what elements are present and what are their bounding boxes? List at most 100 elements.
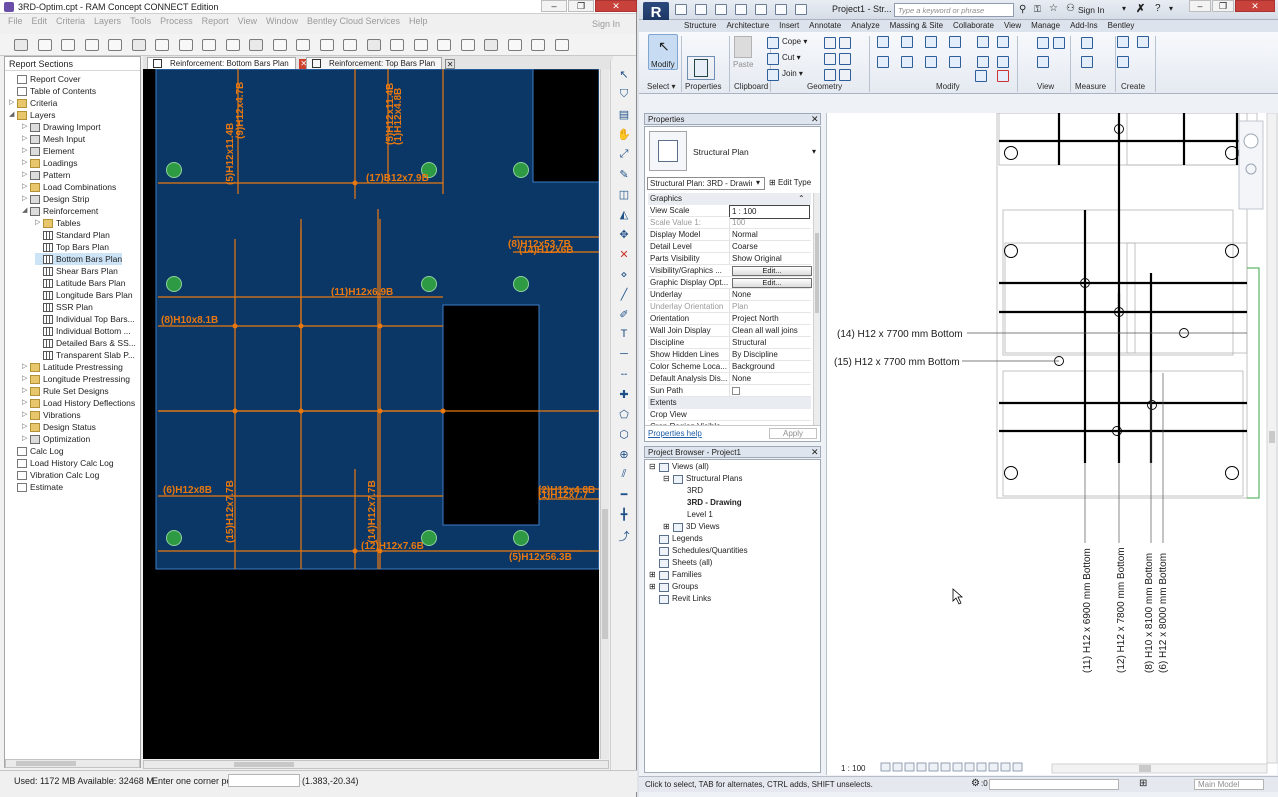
- design-option-select[interactable]: Main Model: [1194, 779, 1264, 790]
- tree-item[interactable]: Individual Bottom ...: [35, 325, 131, 337]
- create-assembly-icon[interactable]: [1117, 56, 1129, 68]
- tree-item[interactable]: ▷ Longitude Prestressing: [22, 373, 130, 385]
- workset-select[interactable]: [989, 779, 1119, 790]
- expand-arrow-icon[interactable]: ▷: [22, 121, 30, 133]
- browser-item[interactable]: ⊟ Structural Plans: [663, 473, 742, 485]
- polygon2-icon[interactable]: ⬡: [616, 428, 632, 442]
- list-icon[interactable]: [343, 39, 357, 51]
- property-row[interactable]: Detail Level Coarse: [648, 241, 811, 253]
- match-icon[interactable]: [767, 69, 779, 81]
- filter-icon[interactable]: [390, 39, 404, 51]
- expand-arrow-icon[interactable]: ▷: [22, 193, 30, 205]
- zoom-icon[interactable]: [319, 39, 334, 51]
- pen-icon[interactable]: ✐: [616, 308, 632, 322]
- geom-icon-5[interactable]: [824, 69, 836, 81]
- geom-icon-6[interactable]: [839, 69, 851, 81]
- hline-icon[interactable]: ─: [616, 348, 632, 362]
- copy-icon[interactable]: [178, 39, 193, 51]
- override-icon[interactable]: [1053, 37, 1065, 49]
- cut-button[interactable]: Cut ▾: [782, 53, 801, 62]
- canvas-vertical-scrollbar[interactable]: [600, 69, 609, 759]
- new-icon[interactable]: [14, 39, 28, 51]
- revit-drawing-view[interactable]: (14) H12 x 7700 mm Bottom (15) H12 x 7700…: [826, 112, 1278, 775]
- favorites-star-icon[interactable]: ☆: [1049, 3, 1058, 14]
- zoom-extents-icon[interactable]: ⤢: [616, 148, 632, 162]
- tree-item[interactable]: Load History Calc Log: [9, 457, 114, 469]
- layer-icon[interactable]: [296, 39, 310, 51]
- expand-arrow-icon[interactable]: ▷: [22, 361, 30, 373]
- tree-item[interactable]: Top Bars Plan: [35, 241, 109, 253]
- property-row[interactable]: Visibility/Graphics ... Edit...: [648, 265, 812, 277]
- menu-process[interactable]: Process: [160, 16, 193, 30]
- graphics-section-header[interactable]: Graphics: [648, 193, 811, 205]
- pencil-icon[interactable]: [507, 39, 522, 51]
- restore-button[interactable]: ❐: [568, 0, 594, 12]
- type-selector-name[interactable]: Structural Plan: [693, 147, 749, 157]
- tree-item[interactable]: ▷ Design Strip: [22, 193, 89, 205]
- properties-scrollbar[interactable]: [813, 193, 820, 425]
- copy-elem-icon[interactable]: [901, 56, 913, 68]
- menu-file[interactable]: File: [8, 16, 23, 30]
- copy-icon[interactable]: [767, 53, 779, 65]
- mirror-line-icon[interactable]: [949, 36, 961, 48]
- tree-item[interactable]: Estimate: [9, 481, 63, 493]
- redo-icon[interactable]: [755, 4, 767, 15]
- pin-icon[interactable]: [997, 56, 1009, 68]
- tree-item[interactable]: ▷ Element: [22, 145, 74, 157]
- open-icon[interactable]: [37, 39, 52, 51]
- dot-icon[interactable]: [554, 39, 569, 51]
- plus-icon[interactable]: ✚: [616, 388, 632, 402]
- tree-item[interactable]: Table of Contents: [9, 85, 96, 97]
- tree-item[interactable]: Detailed Bars & SS...: [35, 337, 136, 349]
- expand-arrow-icon[interactable]: ▷: [22, 373, 30, 385]
- search-box[interactable]: Type a keyword or phrase: [894, 3, 1014, 17]
- geom-icon-1[interactable]: [824, 37, 836, 49]
- property-row[interactable]: Show Hidden Lines By Discipline: [648, 349, 811, 361]
- geom-icon-4[interactable]: [839, 53, 851, 65]
- tree-item[interactable]: Report Cover: [9, 73, 81, 85]
- print-icon[interactable]: [775, 4, 787, 15]
- bottom-bars-plan-drawing[interactable]: (5)H12x11.4B(9)H12x4.7B (5)H12x11.4B(1)H1…: [143, 69, 599, 759]
- globe-icon[interactable]: ⊕: [616, 448, 632, 462]
- expand-arrow-icon[interactable]: ▷: [22, 157, 30, 169]
- move-icon[interactable]: [877, 56, 889, 68]
- hand-icon[interactable]: ✋: [616, 128, 632, 142]
- property-row[interactable]: Graphic Display Opt... Edit...: [648, 277, 812, 289]
- tree-item[interactable]: ▷ Design Status: [22, 421, 96, 433]
- property-row[interactable]: Sun Path: [648, 385, 811, 399]
- ribbon-tab-view[interactable]: View: [999, 20, 1026, 32]
- offset-icon[interactable]: [901, 36, 913, 48]
- property-row[interactable]: Color Scheme Loca... Background: [648, 361, 811, 373]
- array-icon[interactable]: [997, 36, 1009, 48]
- edit-type-button[interactable]: ⊞ Edit Type: [769, 178, 811, 187]
- property-row[interactable]: Underlay Orientation Plan: [648, 301, 811, 313]
- subscription-icon[interactable]: ⚿: [1034, 4, 1041, 15]
- tree-item[interactable]: ▷ Tables: [35, 217, 81, 229]
- menu-window[interactable]: Window: [266, 16, 298, 30]
- apply-button[interactable]: Apply: [769, 428, 817, 439]
- collapse-icon[interactable]: ⊟: [649, 461, 659, 473]
- close-button[interactable]: ✕: [595, 0, 637, 12]
- collapse-icon[interactable]: ⊟: [663, 473, 673, 485]
- expand-arrow-icon[interactable]: ▷: [22, 385, 30, 397]
- undo-icon[interactable]: [735, 4, 747, 15]
- tree-horizontal-scrollbar[interactable]: [5, 759, 140, 768]
- create-part-icon[interactable]: [1117, 36, 1129, 48]
- tree-item[interactable]: ▷ Pattern: [22, 169, 70, 181]
- view-scale-label[interactable]: 1 : 100: [841, 764, 866, 773]
- brush-icon[interactable]: ✎: [616, 168, 632, 182]
- property-row[interactable]: Scale Value 1: 100: [648, 217, 811, 229]
- browser-item[interactable]: 3RD - Drawing: [677, 497, 742, 509]
- expand-icon[interactable]: ⊞: [649, 569, 659, 581]
- measure-along-icon[interactable]: [1081, 56, 1093, 68]
- expand-arrow-icon[interactable]: ▷: [22, 409, 30, 421]
- move-icon[interactable]: ✥: [616, 228, 632, 242]
- tree-item[interactable]: ▷ Loadings: [22, 157, 78, 169]
- tree-item[interactable]: Calc Log: [9, 445, 64, 457]
- tree-item[interactable]: Transparent Slab P...: [35, 349, 135, 361]
- ribbon-tab-manage[interactable]: Manage: [1026, 20, 1065, 32]
- view-paint-icon[interactable]: [1037, 56, 1049, 68]
- drawing-canvas[interactable]: (5)H12x11.4B (9)H12x4.7B (5)H12x11.4B (1)H1…: [143, 69, 599, 759]
- info-icon[interactable]: [437, 39, 451, 51]
- menu-edit[interactable]: Edit: [32, 16, 48, 30]
